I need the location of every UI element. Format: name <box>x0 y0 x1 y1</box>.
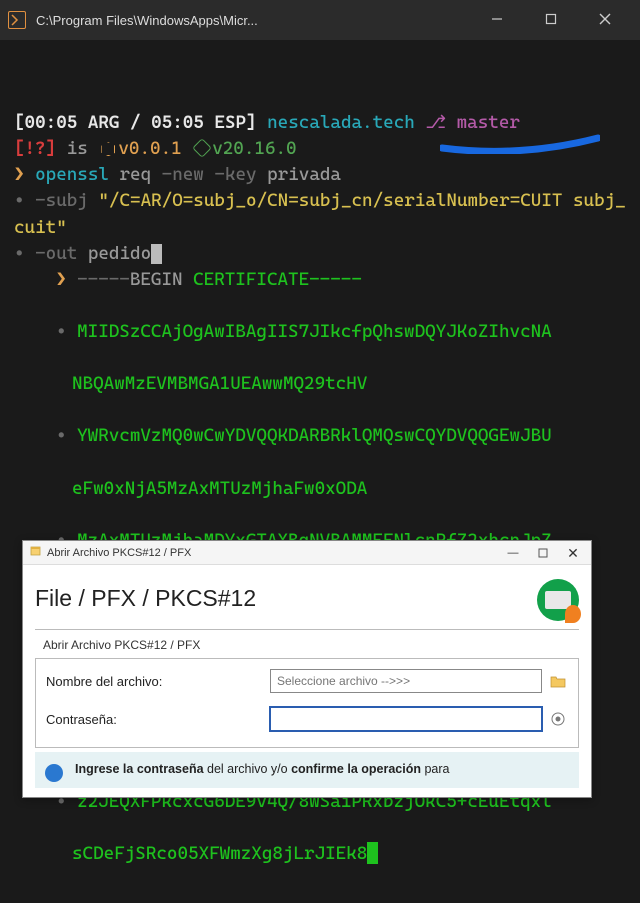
open-certificate-dialog: Abrir Archivo PKCS#12 / PFX — ✕ File / P… <box>22 540 592 798</box>
prompt-symbol: ❯ <box>14 164 25 185</box>
dialog-title: Abrir Archivo PKCS#12 / PFX <box>43 547 501 559</box>
dialog-app-icon <box>29 544 43 561</box>
fieldset-legend: Abrir Archivo PKCS#12 / PFX <box>39 638 204 652</box>
password-input[interactable] <box>270 707 542 731</box>
hostname: nescalada.tech <box>267 112 415 133</box>
certificate-badge-icon <box>537 579 579 621</box>
dialog-close-button[interactable]: ✕ <box>561 545 585 561</box>
maximize-button[interactable] <box>536 13 566 28</box>
git-status: [!?] <box>14 138 56 159</box>
info-icon <box>45 764 63 782</box>
time-remote: 05:05 ESP <box>151 112 246 133</box>
package-icon <box>101 142 115 156</box>
terminal-cursor <box>151 244 162 264</box>
filename-label: Nombre del archivo: <box>46 674 270 689</box>
git-branch: master <box>457 112 520 133</box>
show-password-button[interactable] <box>548 709 568 729</box>
output-cursor <box>367 842 378 864</box>
dialog-heading: File / PFX / PKCS#12 <box>35 585 256 612</box>
terminal-app-icon <box>8 11 26 29</box>
window-title: C:\Program Files\WindowsApps\Micr... <box>36 13 482 28</box>
browse-file-button[interactable] <box>548 671 568 691</box>
minimize-button[interactable] <box>482 13 512 28</box>
filename-input[interactable] <box>270 669 542 693</box>
password-label: Contraseña: <box>46 712 270 727</box>
annotation-swoosh <box>440 134 600 154</box>
dialog-minimize-button[interactable]: — <box>501 545 525 561</box>
node-icon <box>192 138 212 158</box>
node-version: v20.16.0 <box>212 138 296 159</box>
dialog-maximize-button[interactable] <box>531 545 555 561</box>
close-button[interactable] <box>590 13 620 28</box>
info-message: Ingrese la contraseña del archivo y/o co… <box>35 752 579 788</box>
git-branch-icon: ⎇ <box>425 112 446 133</box>
package-version: v0.0.1 <box>118 138 181 159</box>
time-local: 00:05 ARG <box>25 112 120 133</box>
